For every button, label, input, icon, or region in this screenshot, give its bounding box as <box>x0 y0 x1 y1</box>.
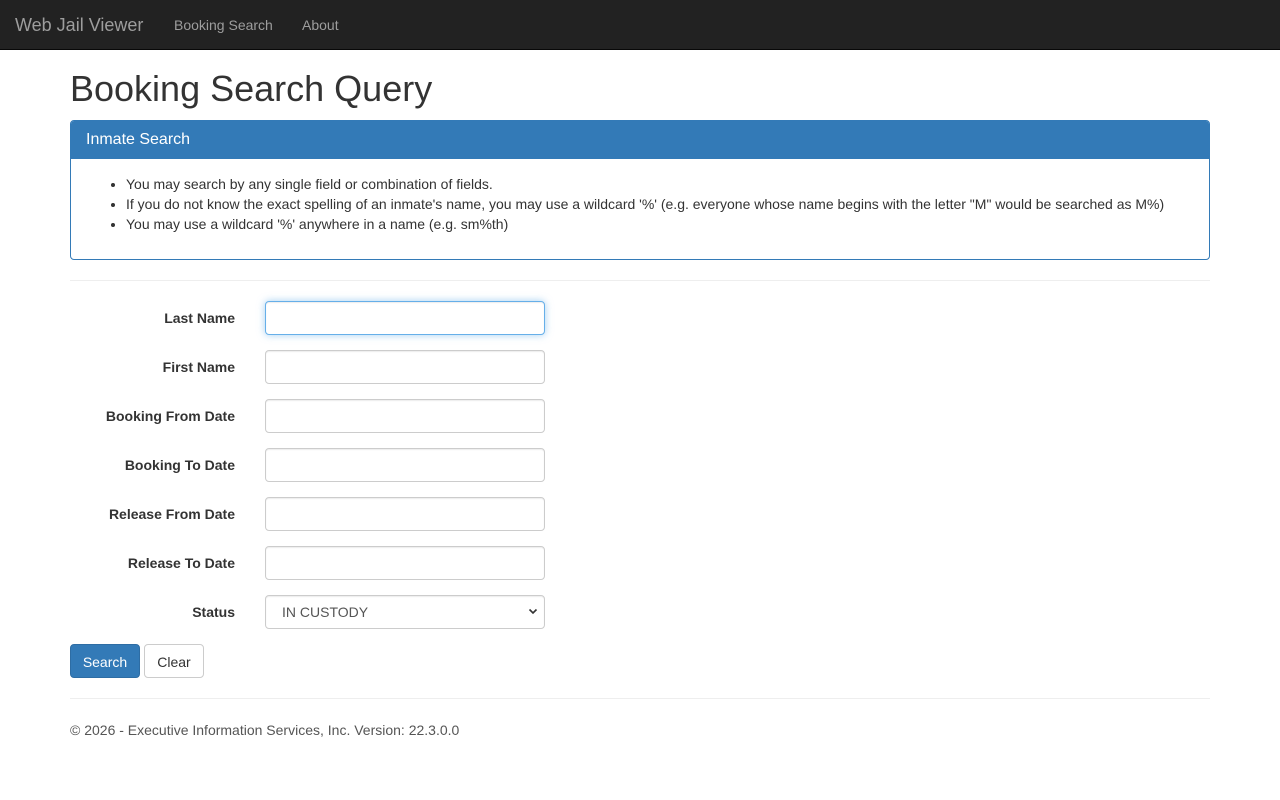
booking-to-date-row: Booking To Date <box>70 448 1210 482</box>
booking-from-date-input[interactable] <box>265 399 545 433</box>
release-to-date-label: Release To Date <box>127 555 235 571</box>
last-name-row: Last Name <box>70 301 1210 335</box>
release-to-date-input[interactable] <box>265 546 545 580</box>
panel-heading: Inmate Search <box>71 121 1209 159</box>
first-name-label: First Name <box>162 359 235 375</box>
search-tip: You may search by any single field or co… <box>126 174 1194 194</box>
chevron-down-icon <box>527 596 541 628</box>
last-name-label: Last Name <box>164 310 235 326</box>
search-button[interactable]: Search <box>70 644 140 678</box>
booking-from-date-row: Booking From Date <box>70 399 1210 433</box>
first-name-row: First Name <box>70 350 1210 384</box>
release-from-date-row: Release From Date <box>70 497 1210 531</box>
status-label: Status <box>192 604 235 620</box>
footer-copyright: © 2026 - Executive Information Services,… <box>70 722 460 738</box>
booking-to-date-label: Booking To Date <box>124 457 235 473</box>
brand-link[interactable]: Web Jail Viewer <box>15 0 143 50</box>
panel-body: You may search by any single field or co… <box>71 159 1209 249</box>
search-tip: If you do not know the exact spelling of… <box>126 194 1194 214</box>
booking-from-date-label: Booking From Date <box>105 408 235 424</box>
divider-top <box>70 280 1210 281</box>
status-row: Status IN CUSTODY <box>70 595 1210 629</box>
nav-link-booking-search[interactable]: Booking Search <box>174 0 273 50</box>
first-name-input[interactable] <box>265 350 545 384</box>
divider-bottom <box>70 698 1210 699</box>
clear-button[interactable]: Clear <box>144 644 204 678</box>
page-title: Booking Search Query <box>70 68 433 109</box>
search-tip: You may use a wildcard '%' anywhere in a… <box>126 214 1194 234</box>
booking-to-date-input[interactable] <box>265 448 545 482</box>
status-select[interactable]: IN CUSTODY <box>265 595 545 629</box>
search-tips-list: You may search by any single field or co… <box>86 174 1194 234</box>
release-from-date-label: Release From Date <box>108 506 235 522</box>
inmate-search-panel: Inmate Search You may search by any sing… <box>70 120 1210 260</box>
release-from-date-input[interactable] <box>265 497 545 531</box>
nav-link-about[interactable]: About <box>302 0 339 50</box>
status-selected-value: IN CUSTODY <box>282 604 369 620</box>
last-name-input[interactable] <box>265 301 545 335</box>
release-to-date-row: Release To Date <box>70 546 1210 580</box>
top-navbar: Web Jail Viewer Booking Search About <box>0 0 1280 50</box>
